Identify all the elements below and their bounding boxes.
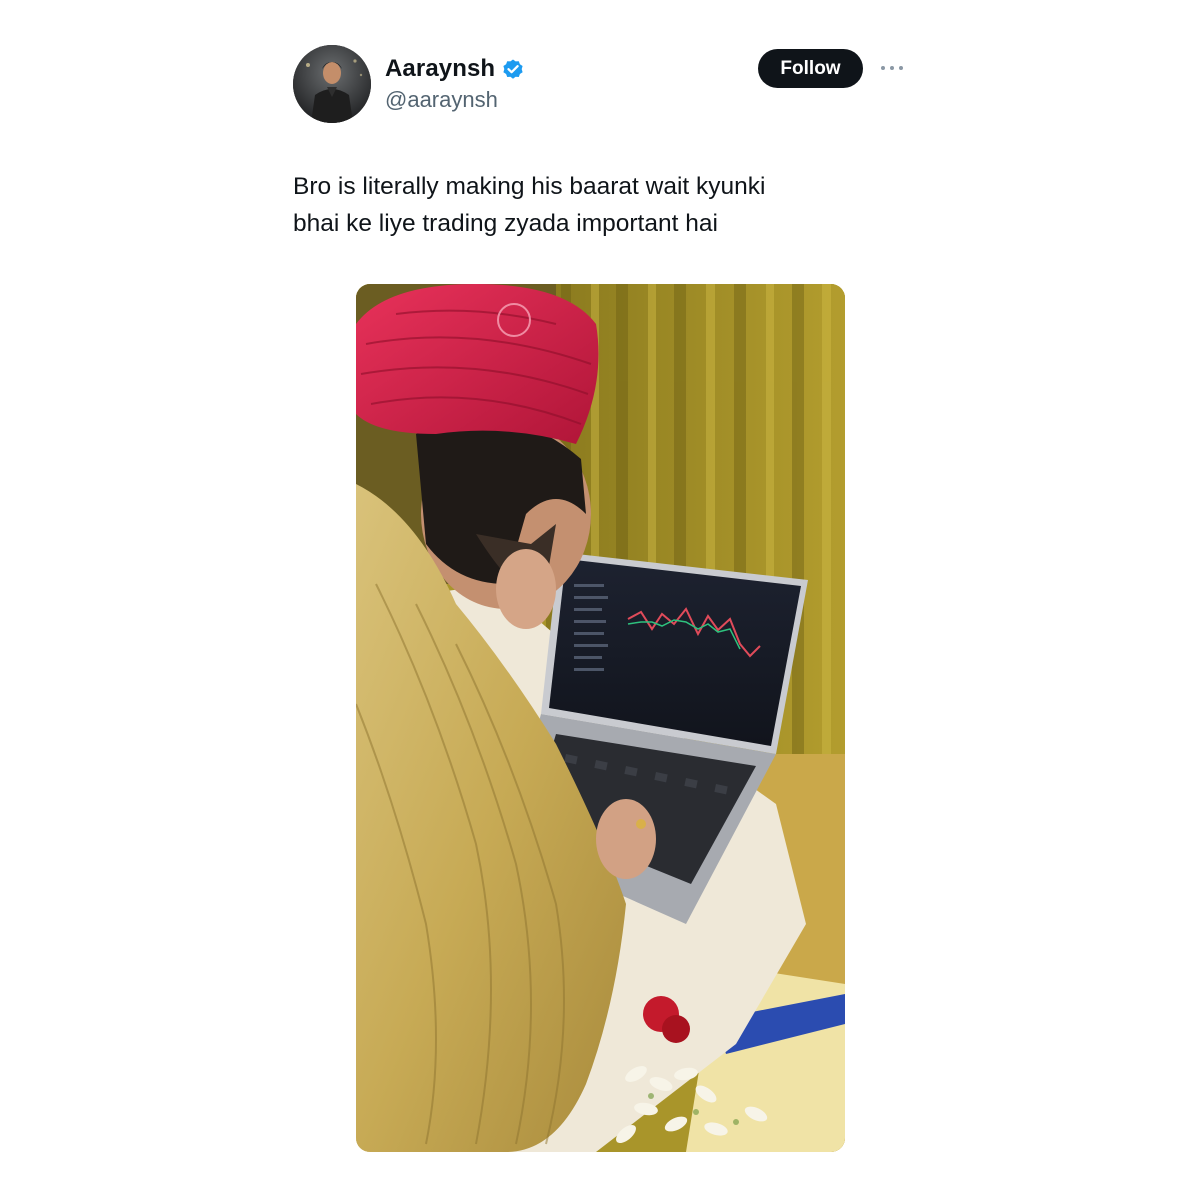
author-handle[interactable]: @aaraynsh (385, 87, 498, 113)
avatar[interactable] (293, 45, 371, 123)
verified-badge-icon (501, 57, 525, 81)
more-options-icon[interactable] (876, 58, 908, 78)
tweet-card: Aaraynsh @aaraynsh Follow Bro is literal… (0, 0, 1200, 1200)
follow-button[interactable]: Follow (758, 49, 863, 88)
tweet-text: Bro is literally making his baarat wait … (293, 168, 893, 242)
tweet-text-line: bhai ke liye trading zyada important hai (293, 210, 718, 237)
tweet-media-photo[interactable] (356, 284, 845, 1152)
tweet-text-line: Bro is literally making his baarat wait … (293, 173, 766, 200)
avatar-photo (293, 45, 371, 123)
photo-illustration (356, 284, 845, 1152)
author-display-name[interactable]: Aaraynsh (385, 55, 495, 83)
author-name-row[interactable]: Aaraynsh (385, 53, 525, 85)
